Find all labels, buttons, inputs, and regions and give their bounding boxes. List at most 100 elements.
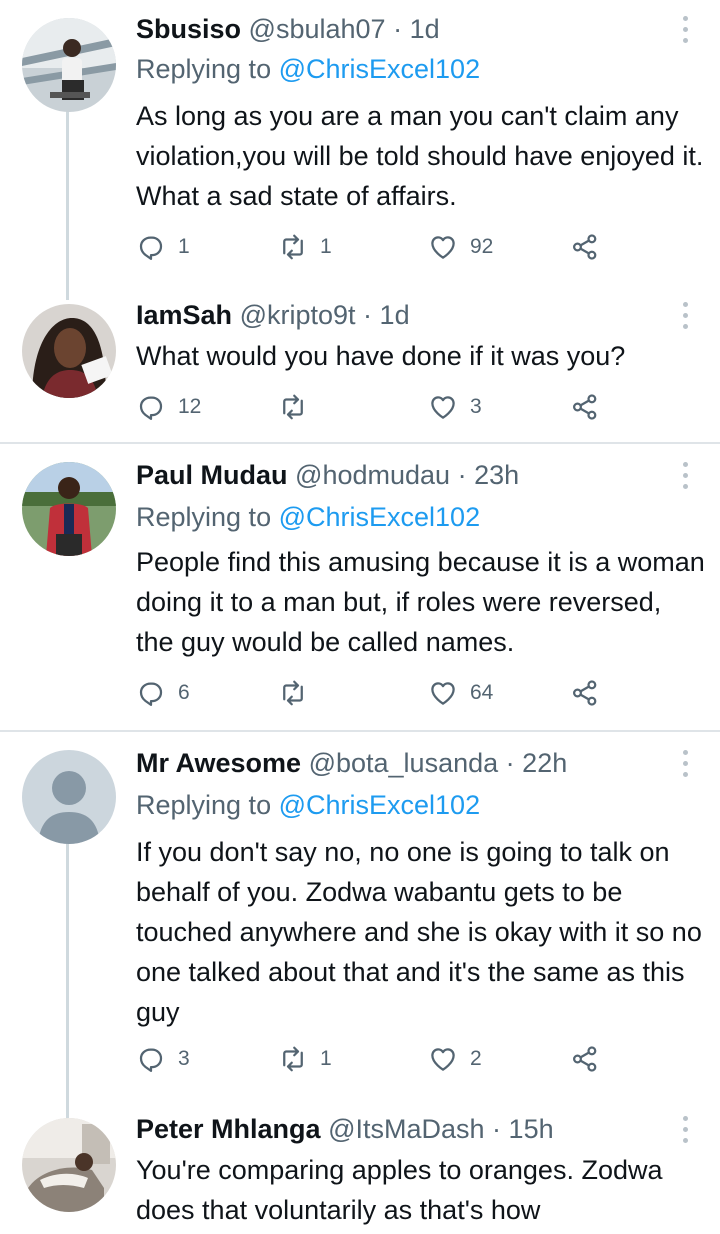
user-handle[interactable]: @kripto9t [240,300,356,330]
display-name[interactable]: Mr Awesome [136,748,301,778]
share-button[interactable] [570,676,600,710]
user-handle[interactable]: @ItsMaDash [328,1114,484,1144]
retweet-icon [283,680,303,706]
tweet-header: Mr Awesome @bota_lusanda · 22h [136,746,567,780]
tweet-actions: 3 1 2 [136,1042,616,1076]
display-name[interactable]: IamSah [136,300,232,330]
avatar[interactable] [22,462,116,556]
tweet-divider [0,442,720,444]
retweet-count: 1 [320,235,332,258]
timestamp[interactable]: 23h [474,460,519,490]
display-name[interactable]: Paul Mudau [136,460,288,490]
separator: · [393,14,403,44]
retweet-icon [283,234,303,260]
avatar[interactable] [22,18,116,112]
replying-to-label: Replying to [136,502,279,532]
user-handle[interactable]: @bota_lusanda [309,748,499,778]
like-count: 92 [470,235,494,258]
tweet-text: As long as you are a man you can't claim… [136,101,704,211]
heart-icon [431,236,455,259]
reply-button[interactable]: 3 [136,1042,190,1076]
tweet-mr-awesome[interactable]: Mr Awesome @bota_lusanda · 22h Replying … [0,734,720,1094]
more-options-icon[interactable] [672,746,700,780]
tweet-divider [0,730,720,732]
more-options-icon[interactable] [672,298,700,332]
retweet-button[interactable]: 1 [278,230,332,264]
tweet-header: Sbusiso @sbulah07 · 1d [136,12,440,46]
display-name[interactable]: Sbusiso [136,14,241,44]
like-button[interactable]: 64 [428,676,493,710]
mention-link[interactable]: @ChrisExcel102 [279,790,481,820]
tweet-header: IamSah @kripto9t · 1d [136,298,410,332]
user-handle[interactable]: @sbulah07 [249,14,386,44]
share-button[interactable] [570,230,600,264]
heart-icon [431,396,455,419]
replying-to: Replying to @ChrisExcel102 [136,788,480,822]
like-count: 64 [470,681,494,704]
tweet-paul-mudau[interactable]: Paul Mudau @hodmudau · 23h Replying to @… [0,446,720,728]
share-button[interactable] [570,390,600,424]
timestamp[interactable]: 22h [522,748,567,778]
tweet-actions: 1 1 92 [136,230,616,264]
tweet-header: Peter Mhlanga @ItsMaDash · 15h [136,1112,554,1146]
retweet-icon [283,394,303,420]
reply-icon [139,682,163,706]
tweet-iamsah[interactable]: IamSah @kripto9t · 1d What would you hav… [0,296,720,444]
tweet-actions: 12 3 [136,390,616,424]
reply-button[interactable]: 6 [136,676,190,710]
retweet-count: 1 [320,1047,332,1070]
share-icon [572,680,597,706]
replying-to-label: Replying to [136,54,279,84]
reply-button[interactable]: 12 [136,390,201,424]
avatar[interactable] [22,1118,116,1212]
user-handle[interactable]: @hodmudau [295,460,450,490]
like-button[interactable]: 3 [428,390,482,424]
separator: · [363,300,373,330]
replying-to: Replying to @ChrisExcel102 [136,52,480,86]
retweet-button[interactable] [278,390,320,424]
share-icon [572,234,597,260]
retweet-button[interactable] [278,676,320,710]
mention-link[interactable]: @ChrisExcel102 [279,54,481,84]
tweet-sbusiso[interactable]: Sbusiso @sbulah07 · 1d Replying to @Chri… [0,0,720,300]
like-count: 2 [470,1047,482,1070]
timestamp[interactable]: 1d [410,14,440,44]
replying-to-label: Replying to [136,790,279,820]
avatar-placeholder[interactable] [22,750,116,844]
retweet-button[interactable]: 1 [278,1042,332,1076]
replying-to: Replying to @ChrisExcel102 [136,500,480,534]
heart-icon [431,1048,455,1071]
tweet-text: If you don't say no, no one is going to … [136,837,702,1027]
display-name[interactable]: Peter Mhlanga [136,1114,321,1144]
separator: · [492,1114,502,1144]
like-button[interactable]: 2 [428,1042,482,1076]
like-button[interactable]: 92 [428,230,493,264]
reply-count: 12 [178,395,202,418]
tweet-peter-mhlanga[interactable]: Peter Mhlanga @ItsMaDash · 15h You're co… [0,1104,720,1230]
more-options-icon[interactable] [672,458,700,492]
reply-icon [139,1048,163,1072]
share-button[interactable] [570,1042,600,1076]
tweet-text: What would you have done if it was you? [136,341,626,371]
tweet-header: Paul Mudau @hodmudau · 23h [136,458,519,492]
separator: · [505,748,515,778]
reply-icon [139,236,163,260]
retweet-icon [283,1046,303,1072]
like-count: 3 [470,395,482,418]
reply-count: 3 [178,1047,190,1070]
tweet-text: You're comparing apples to oranges. Zodw… [136,1155,663,1225]
mention-link[interactable]: @ChrisExcel102 [279,502,481,532]
more-options-icon[interactable] [672,12,700,46]
share-icon [572,1046,597,1072]
tweet-text: People find this amusing because it is a… [136,547,705,657]
timestamp[interactable]: 1d [380,300,410,330]
reply-count: 1 [178,235,190,258]
reply-button[interactable]: 1 [136,230,190,264]
reply-count: 6 [178,681,190,704]
tweet-actions: 6 64 [136,676,616,710]
more-options-icon[interactable] [672,1112,700,1146]
avatar[interactable] [22,304,116,398]
separator: · [457,460,467,490]
share-icon [572,394,597,420]
timestamp[interactable]: 15h [509,1114,554,1144]
